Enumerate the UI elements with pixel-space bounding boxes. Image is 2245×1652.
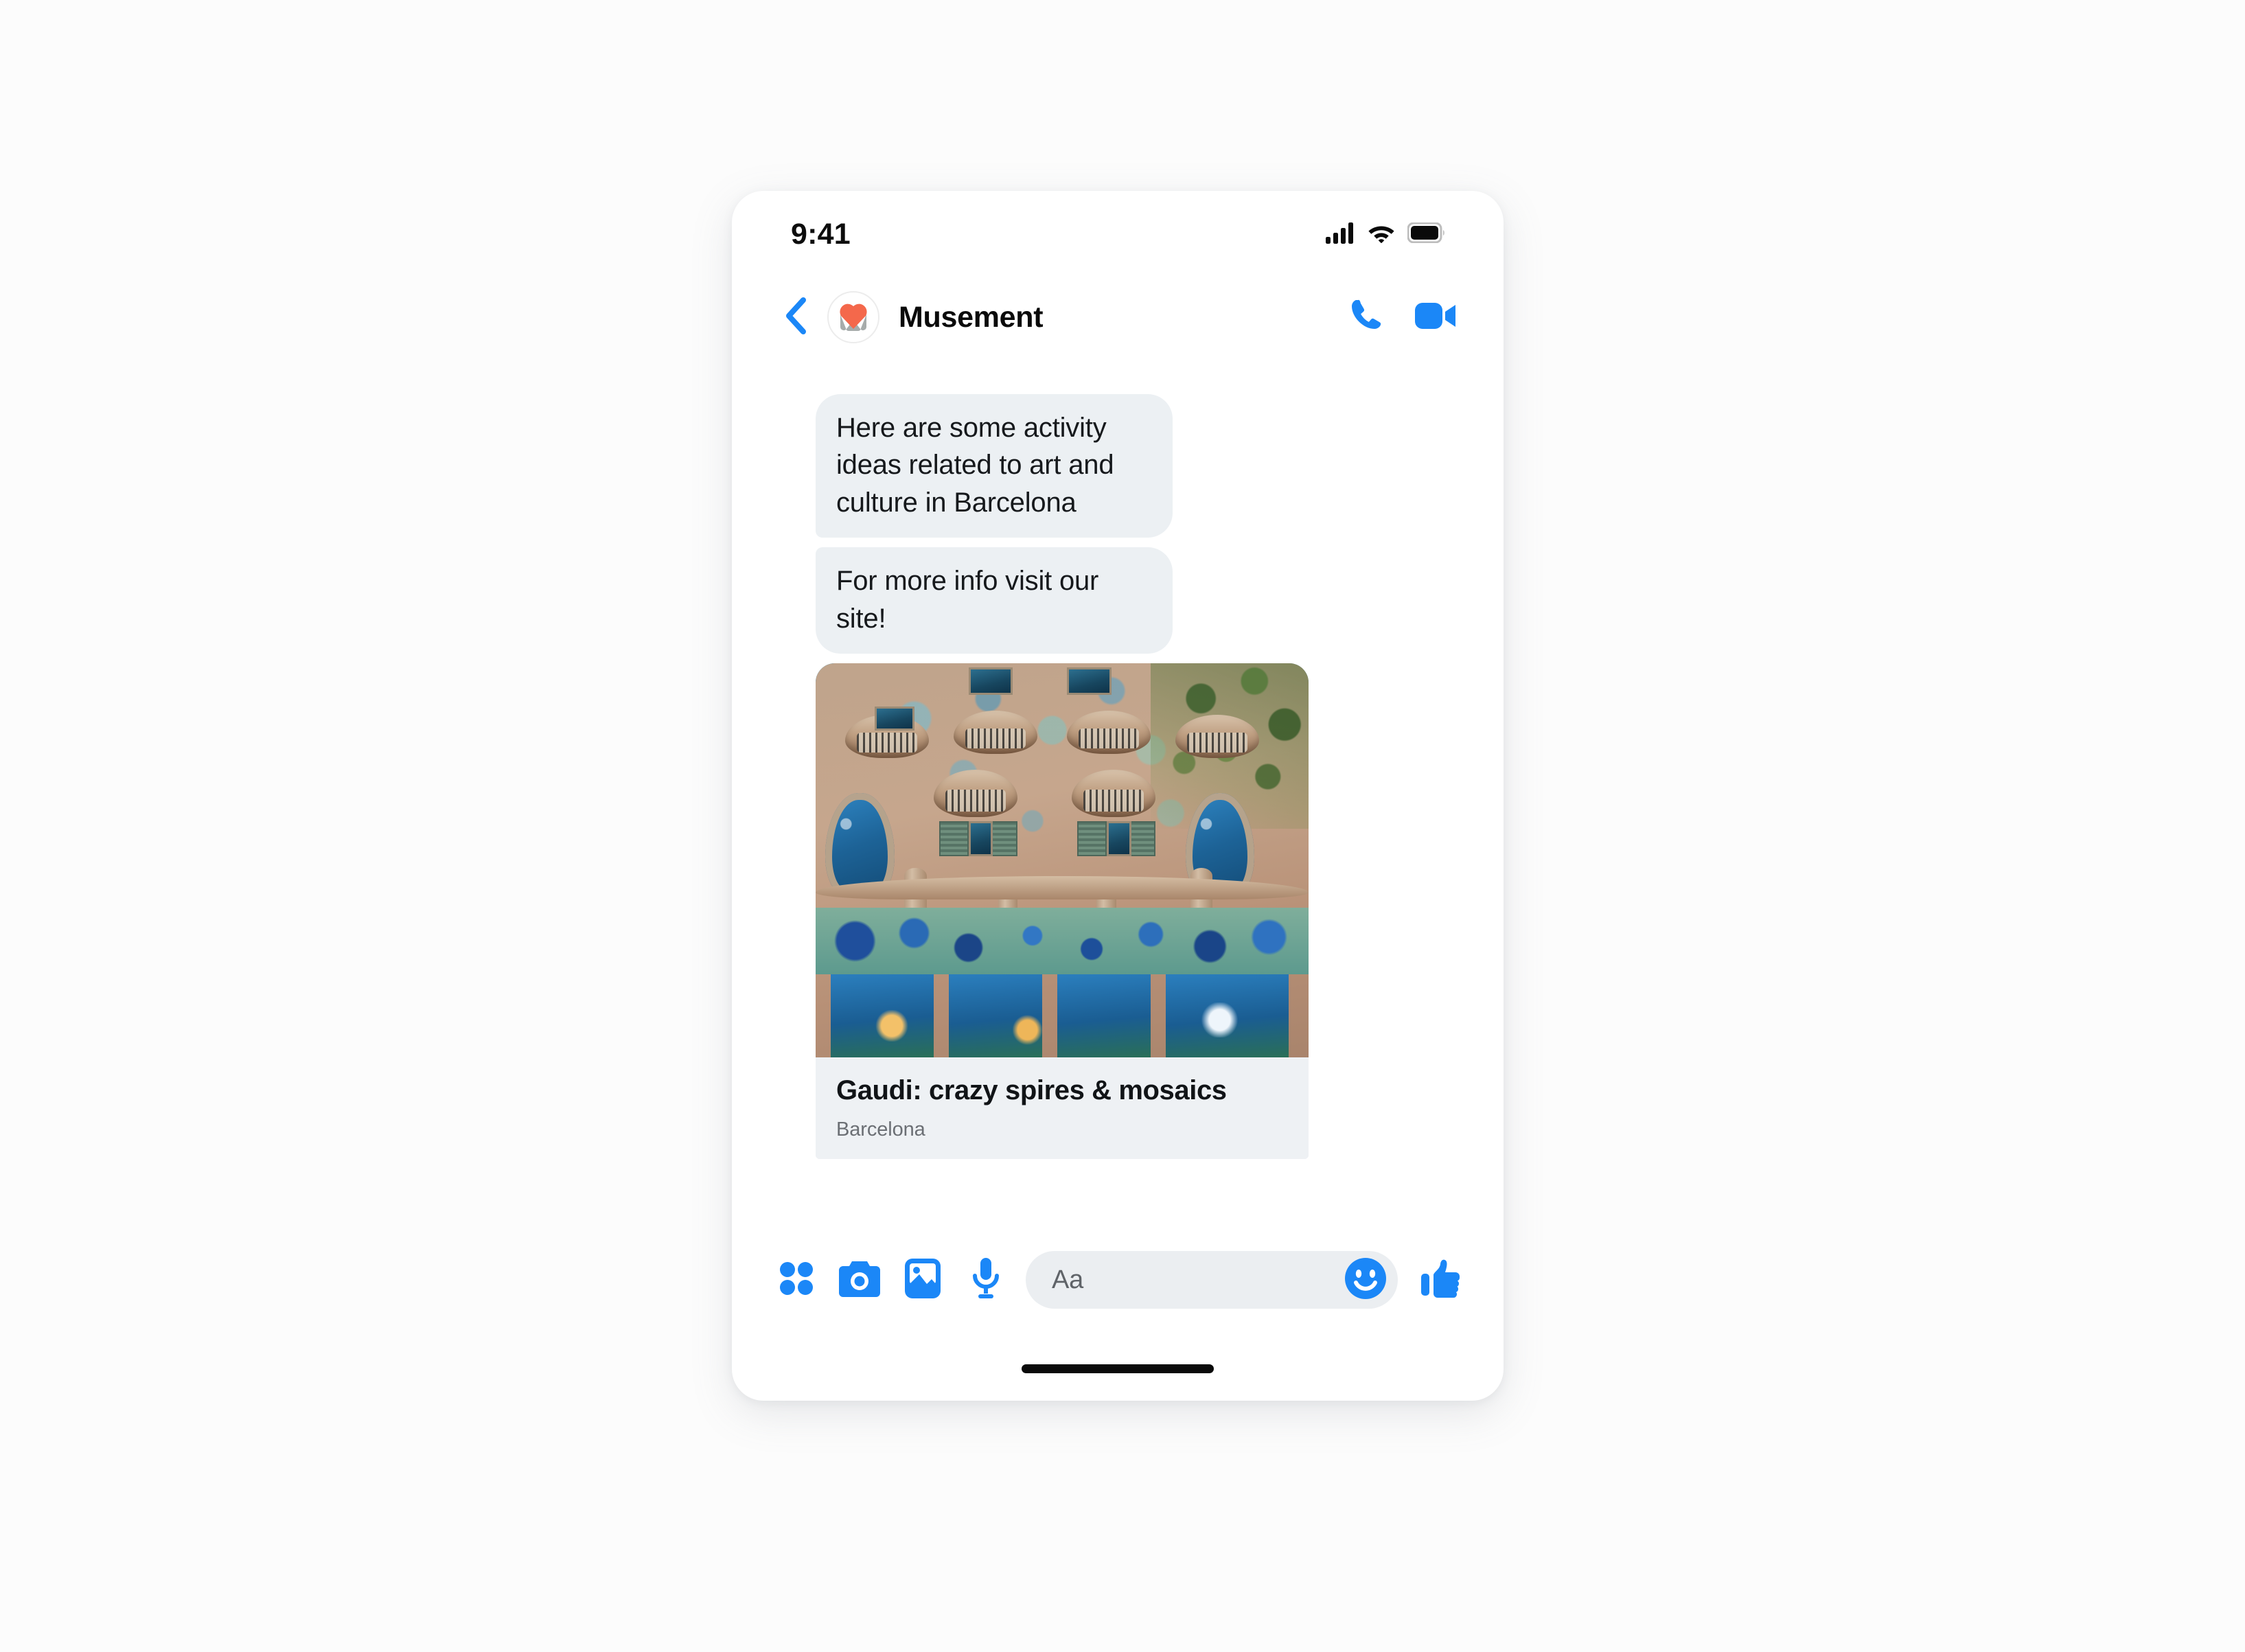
- camera-button[interactable]: [828, 1248, 891, 1311]
- screenshot-canvas: 9:41 Musement Here are some activity ide…: [0, 0, 2245, 1652]
- contact-name: Musement: [899, 300, 1044, 334]
- composer-toolbar: Aa: [732, 1239, 1504, 1321]
- message-bubble[interactable]: Here are some activity ideas related to …: [816, 394, 1173, 538]
- thumbs-up-icon: [1420, 1257, 1462, 1303]
- emoji-button[interactable]: [1344, 1257, 1387, 1303]
- message-bubble[interactable]: For more info visit our site!: [816, 547, 1173, 654]
- camera-icon: [838, 1259, 881, 1302]
- like-button[interactable]: [1412, 1250, 1471, 1309]
- message-input[interactable]: Aa: [1026, 1251, 1398, 1309]
- phone-call-button[interactable]: [1347, 297, 1385, 339]
- message-input-placeholder: Aa: [1052, 1265, 1084, 1294]
- conversation-header: Musement: [732, 273, 1504, 361]
- back-button[interactable]: [780, 297, 810, 338]
- status-bar: 9:41: [732, 191, 1504, 273]
- musement-heart-logo: [835, 299, 872, 336]
- message-thread[interactable]: Here are some activity ideas related to …: [732, 364, 1504, 1239]
- gallery-button[interactable]: [891, 1248, 954, 1311]
- apps-button[interactable]: [765, 1248, 828, 1311]
- home-indicator-bar[interactable]: [1022, 1364, 1214, 1373]
- card-image: [816, 663, 1309, 1057]
- photo-gallery-icon: [904, 1258, 941, 1303]
- status-icon-group: [1325, 222, 1446, 247]
- casa-batllo-facade-photo: [816, 663, 1309, 1057]
- smiley-face-icon: [1344, 1257, 1387, 1303]
- avatar[interactable]: [827, 291, 879, 343]
- microphone-button[interactable]: [954, 1248, 1017, 1311]
- status-time: 9:41: [791, 217, 851, 251]
- battery-full-icon: [1407, 222, 1446, 246]
- four-dot-grid-icon: [779, 1261, 814, 1300]
- activity-card[interactable]: Gaudi: crazy spires & mosaics Barcelona: [816, 663, 1309, 1159]
- microphone-icon: [971, 1257, 1000, 1303]
- wifi-icon: [1367, 222, 1396, 246]
- phone-frame: 9:41 Musement Here are some activity ide…: [732, 191, 1504, 1401]
- cellular-signal-icon: [1325, 222, 1355, 247]
- card-text-block: Gaudi: crazy spires & mosaics Barcelona: [816, 1057, 1309, 1159]
- video-call-button[interactable]: [1414, 299, 1457, 336]
- card-subtitle: Barcelona: [836, 1118, 925, 1140]
- header-action-group: [1347, 297, 1457, 339]
- card-title: Gaudi: crazy spires & mosaics: [836, 1075, 1227, 1105]
- back-chevron-icon: [783, 297, 807, 338]
